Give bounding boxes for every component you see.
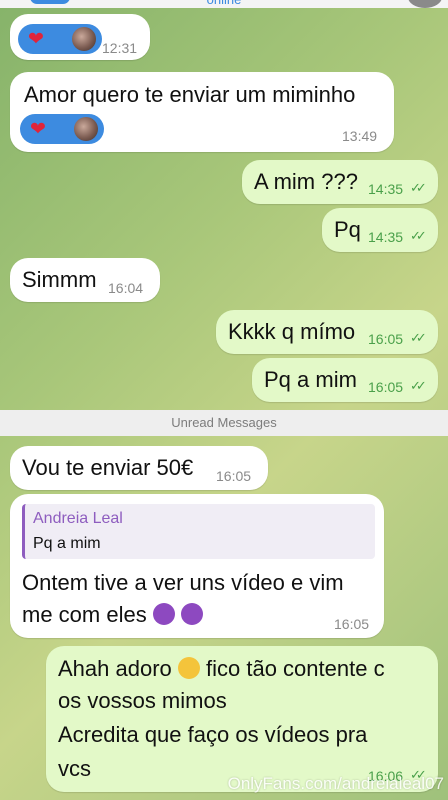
message-text: Pq a mim xyxy=(264,367,357,392)
smiling-devil-emoji xyxy=(152,603,175,625)
read-checks-icon: ✓✓ xyxy=(410,330,427,345)
contact-status: online xyxy=(0,0,448,7)
reaction-badge[interactable]: ❤ xyxy=(20,114,104,144)
reactor-avatar xyxy=(74,117,98,141)
heart-icon: ❤ xyxy=(30,119,46,140)
message-text-line: Acredita que faço os vídeos pra xyxy=(58,722,368,747)
message-text: Simmm xyxy=(22,267,97,292)
message-time: 16:05 xyxy=(368,331,404,347)
read-checks-icon: ✓✓ xyxy=(410,180,427,195)
message-text-line: os vossos mimos xyxy=(58,688,227,713)
reply-author: Andreia Leal xyxy=(33,510,123,527)
message-text: Pq xyxy=(334,217,361,242)
watermark: OnlyFans.com/andreialeal07 xyxy=(227,774,444,793)
message-time: 12:31 xyxy=(102,40,138,56)
read-checks-icon: ✓✓ xyxy=(410,378,427,393)
message-text: Vou te enviar 50€ xyxy=(22,455,194,480)
message-text: Kkkk q mímo xyxy=(228,319,356,344)
message-bubble-outgoing[interactable]: Pq a mim 16:05 ✓✓ xyxy=(252,358,438,402)
message-bubble-outgoing[interactable]: Kkkk q mímo 16:05 ✓✓ xyxy=(216,310,438,354)
message-bubble-incoming[interactable]: ❤ 12:31 xyxy=(10,14,150,60)
message-text-line: me com eles xyxy=(22,602,203,628)
message-time: 16:05 xyxy=(216,468,252,484)
message-text-line: Ontem tive a ver uns vídeo e vim xyxy=(22,570,344,595)
reaction-badge[interactable]: ❤ xyxy=(18,24,102,54)
message-time: 14:35 xyxy=(368,181,404,197)
message-text-line: vcs xyxy=(58,756,91,781)
message-bubble-incoming[interactable]: Simmm 16:04 xyxy=(10,258,160,302)
unread-divider-label: Unread Messages xyxy=(171,415,277,430)
message-text-fragment: Ahah adoro xyxy=(58,656,172,681)
reply-quote[interactable]: Andreia Leal Pq a mim xyxy=(22,504,375,559)
message-text: A mim ??? xyxy=(254,169,358,194)
reactor-avatar xyxy=(72,27,96,51)
message-time: 16:05 xyxy=(368,379,404,395)
message-text-line: Ahah adoro fico tão contente c xyxy=(58,656,385,682)
message-time: 14:35 xyxy=(368,229,404,245)
message-text-fragment: me com eles xyxy=(22,602,147,627)
message-bubble-outgoing[interactable]: Pq 14:35 ✓✓ xyxy=(322,208,438,252)
reply-text: Pq a mim xyxy=(33,535,101,552)
message-bubble-incoming[interactable]: Vou te enviar 50€ 16:05 xyxy=(10,446,268,490)
chat-header: online xyxy=(0,0,448,8)
unread-divider: Unread Messages xyxy=(0,410,448,436)
message-bubble-incoming[interactable]: Amor quero te enviar um miminho ❤ 13:49 xyxy=(10,72,394,152)
message-time: 16:04 xyxy=(108,280,144,296)
read-checks-icon: ✓✓ xyxy=(410,228,427,243)
message-time: 16:05 xyxy=(334,616,370,632)
heart-icon: ❤ xyxy=(28,29,44,50)
message-text: Amor quero te enviar um miminho xyxy=(24,82,356,107)
message-text-fragment: fico tão contente c xyxy=(206,656,385,681)
message-time: 13:49 xyxy=(342,128,378,144)
message-bubble-outgoing[interactable]: A mim ??? 14:35 ✓✓ xyxy=(242,160,438,204)
smiling-devil-emoji xyxy=(180,603,203,625)
heart-eyes-cat-emoji xyxy=(177,657,200,679)
